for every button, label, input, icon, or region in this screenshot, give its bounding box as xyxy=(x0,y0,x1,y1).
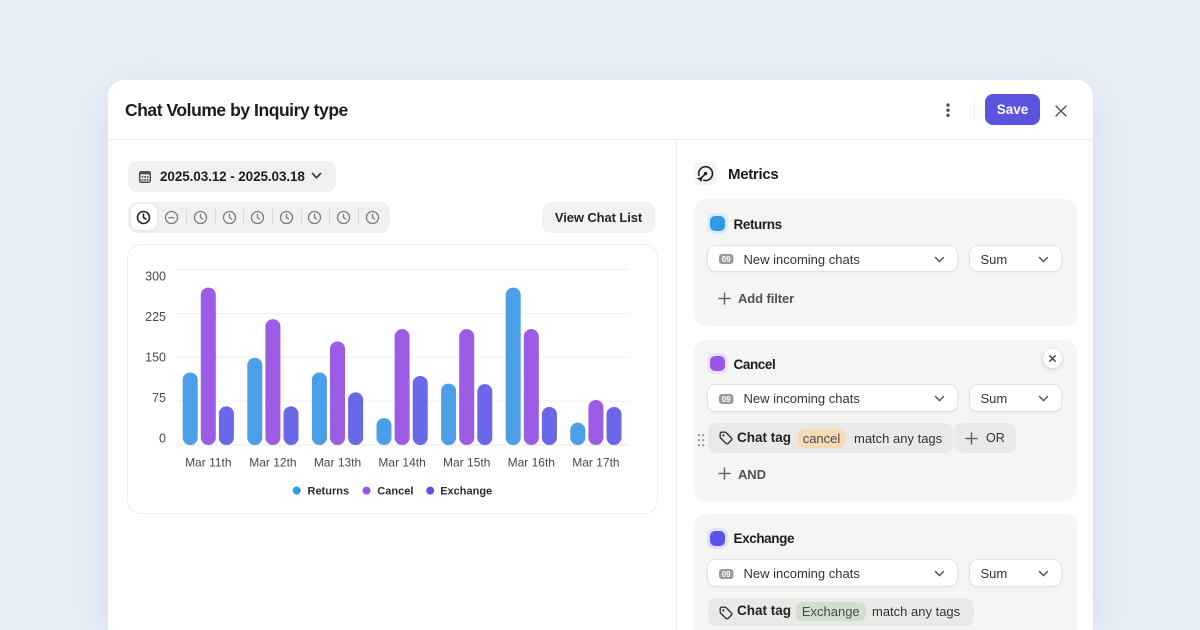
svg-text:Cancel: Cancel xyxy=(377,486,413,498)
svg-text:09: 09 xyxy=(722,255,731,264)
svg-text:09: 09 xyxy=(722,570,731,579)
svg-text:300: 300 xyxy=(145,270,166,284)
svg-text:Mar 15th: Mar 15th xyxy=(443,456,490,470)
svg-text:0: 0 xyxy=(159,432,166,446)
svg-text:Mar 11th: Mar 11th xyxy=(185,456,231,470)
svg-text:Mar 16th: Mar 16th xyxy=(508,456,555,470)
svg-text:Mar 12th: Mar 12th xyxy=(249,456,296,470)
svg-text:Exchange: Exchange xyxy=(440,486,492,498)
svg-text:75: 75 xyxy=(152,391,166,405)
svg-text:09: 09 xyxy=(722,395,731,404)
svg-text:Mar 13th: Mar 13th xyxy=(314,456,361,470)
svg-text:Mar 17th: Mar 17th xyxy=(572,456,619,470)
svg-text:150: 150 xyxy=(145,351,166,365)
svg-text:225: 225 xyxy=(145,310,166,324)
svg-text:Mar 14th: Mar 14th xyxy=(378,456,425,470)
svg-text:Returns: Returns xyxy=(308,486,350,498)
